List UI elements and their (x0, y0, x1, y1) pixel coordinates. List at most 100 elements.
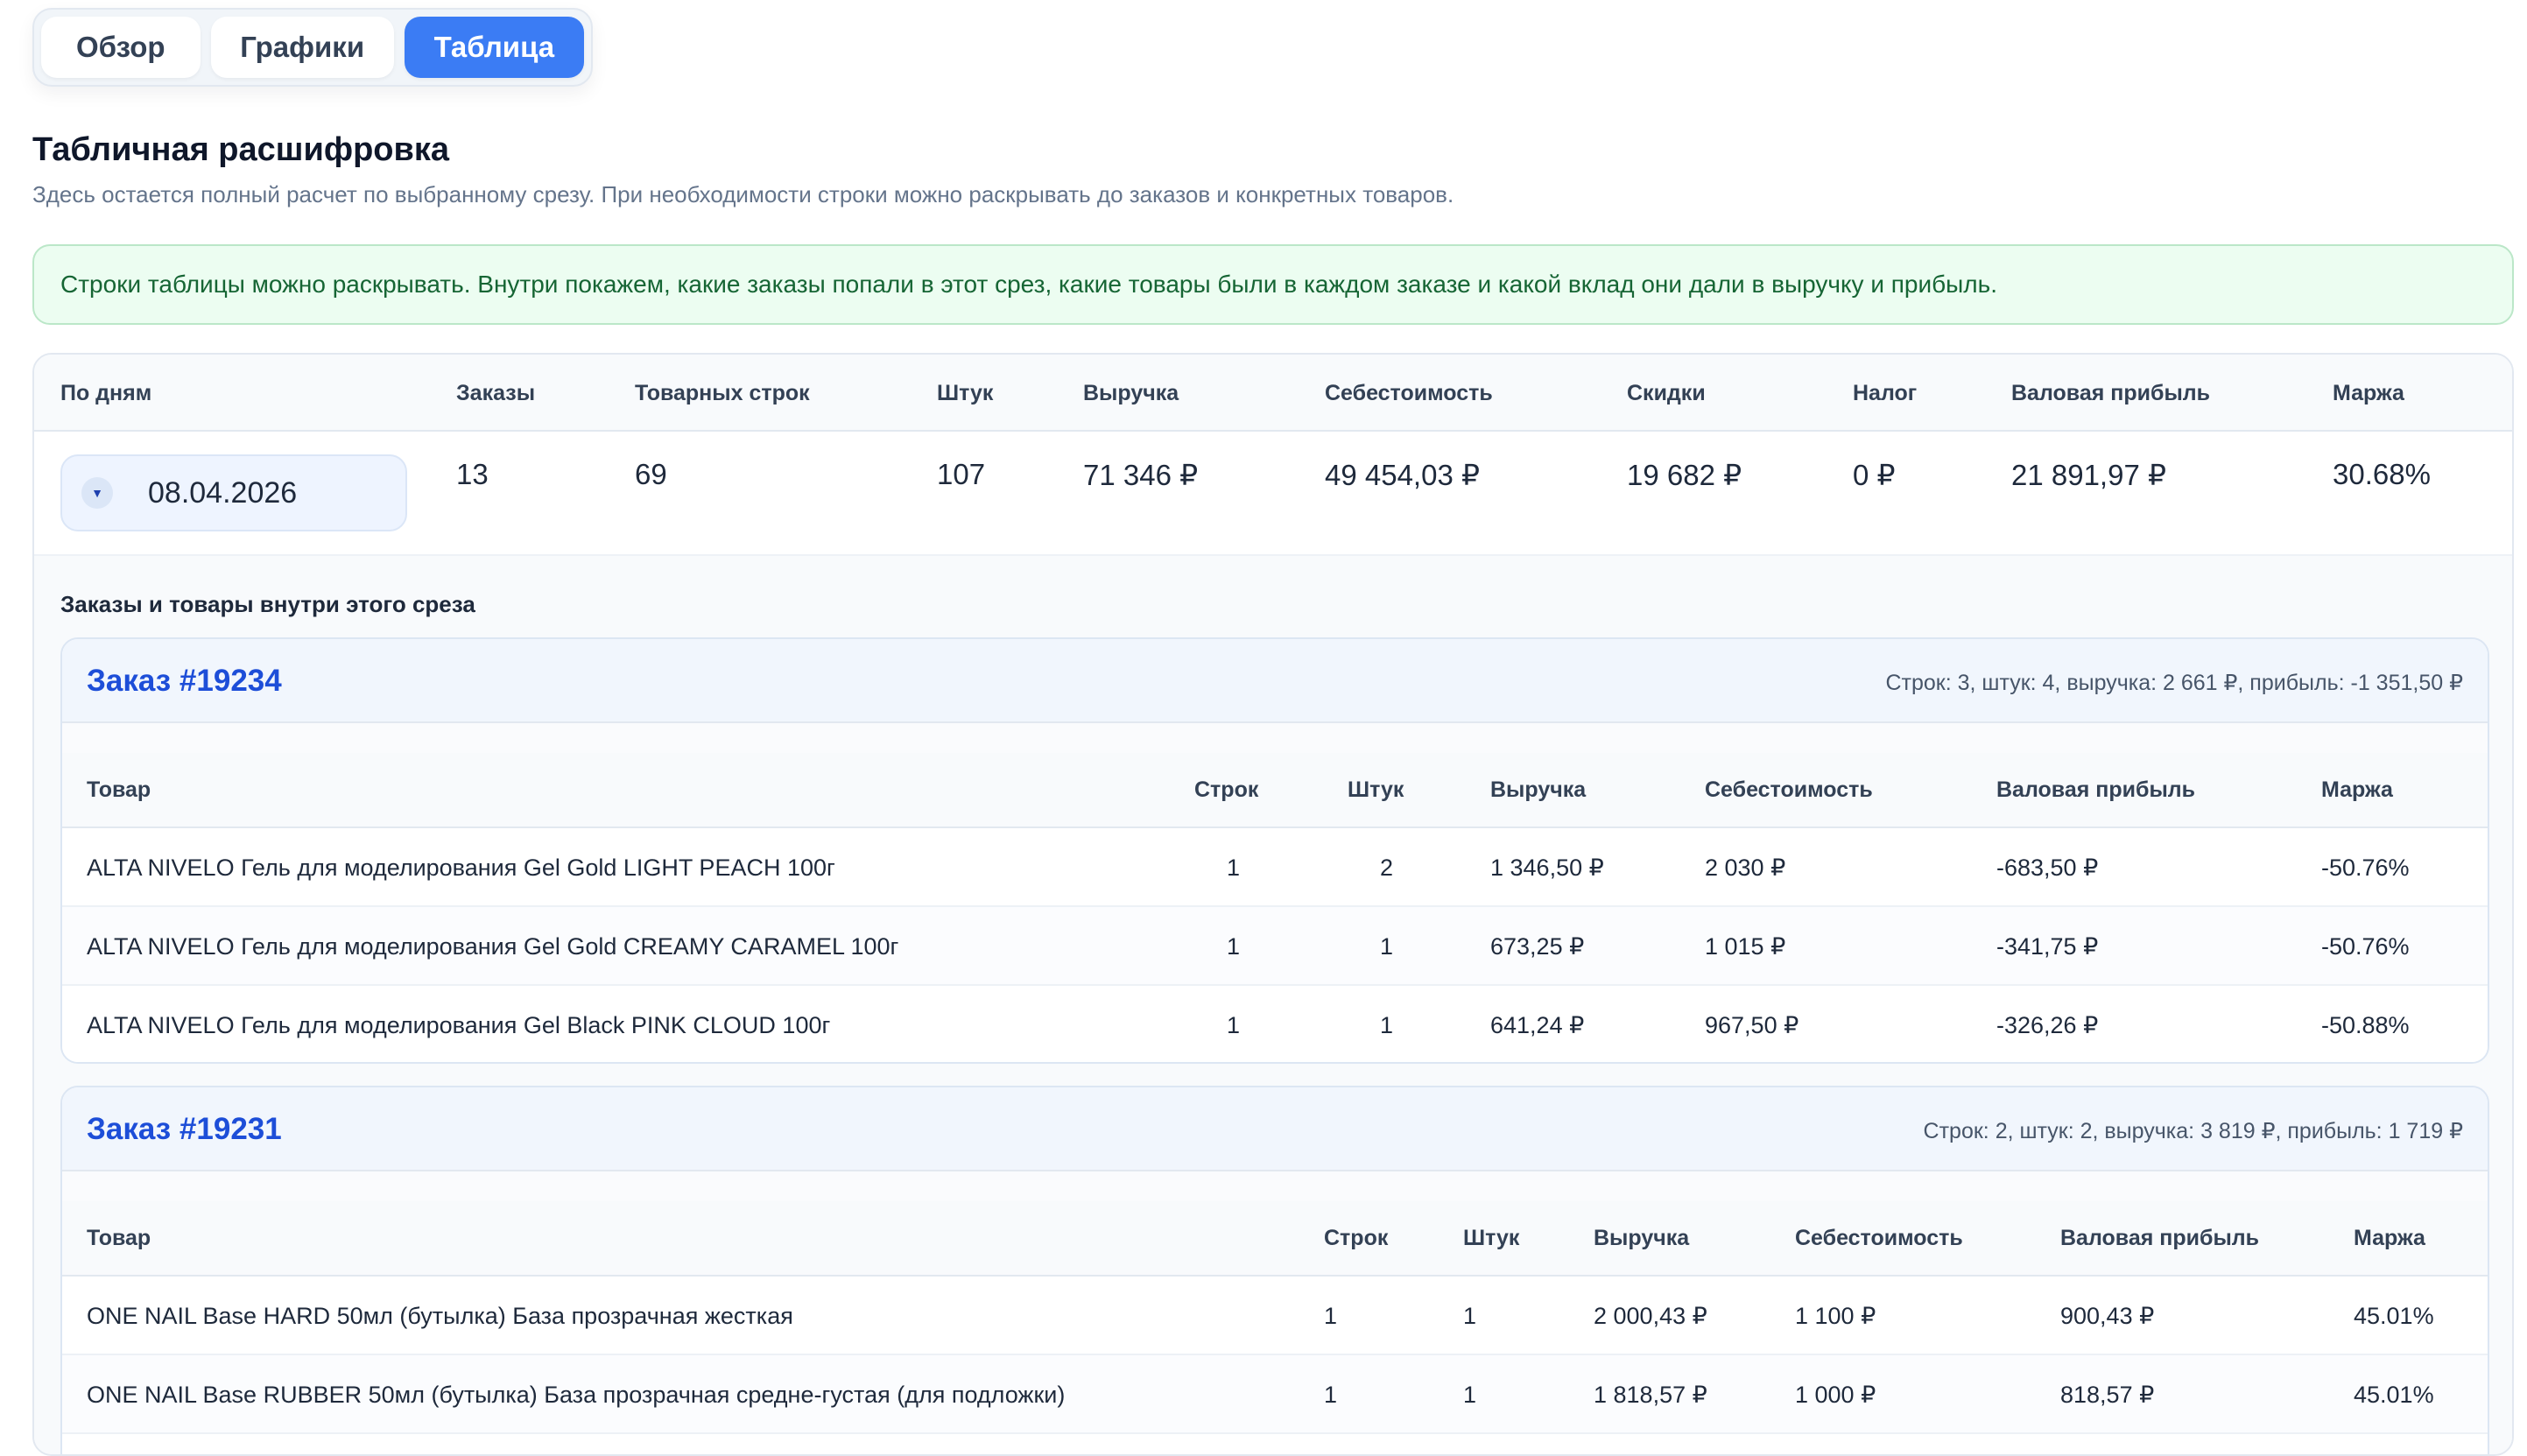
item-revenue: 2 000,43 ₽ (1594, 1303, 1707, 1329)
col-header-cost: Себестоимость (1795, 1226, 1963, 1250)
col-header-margin: Маржа (2321, 777, 2393, 802)
col-header-revenue: Выручка (1490, 777, 1587, 802)
order-header: Заказ #19231 Строк: 2, штук: 2, выручка:… (62, 1087, 2488, 1171)
item-profit: -326,26 ₽ (1996, 1012, 2099, 1038)
table-row: ALTA NIVELO Гель для моделирования Gel G… (62, 907, 2488, 986)
col-header-gross-profit[interactable]: Валовая прибыль (2011, 381, 2210, 406)
item-units: 2 (1380, 855, 1394, 881)
item-lines: 1 (1227, 1012, 1241, 1038)
item-cost: 1 015 ₽ (1705, 933, 1786, 960)
col-header-discounts[interactable]: Скидки (1627, 381, 1706, 406)
col-header-product: Товар (87, 777, 151, 802)
expansion-title: Заказы и товары внутри этого среза (60, 591, 475, 617)
item-name: ALTA NIVELO Гель для моделирования Gel G… (87, 855, 835, 881)
table-row: ONE NAIL Base RUBBER 50мл (бутылка) База… (62, 1355, 2488, 1434)
row-date: 08.04.2026 (148, 475, 298, 510)
item-cost: 1 100 ₽ (1795, 1303, 1876, 1329)
row-units: 107 (937, 458, 986, 490)
item-cost: 967,50 ₽ (1705, 1012, 1799, 1038)
row-margin: 30.68% (2333, 458, 2431, 490)
order-summary: Строк: 2, штук: 2, выручка: 3 819 ₽, при… (1923, 1119, 2463, 1143)
col-header-gross-profit: Валовая прибыль (2060, 1226, 2260, 1250)
tab-charts[interactable]: Графики (210, 17, 394, 78)
section-subtitle: Здесь остается полный расчет по выбранно… (32, 181, 1454, 207)
item-revenue: 641,24 ₽ (1490, 1012, 1585, 1038)
item-units: 1 (1380, 1012, 1394, 1038)
item-profit: 900,43 ₽ (2060, 1303, 2155, 1329)
table-header: По дням Заказы Товарных строк Штук Выруч… (34, 355, 2512, 432)
col-header-lines: Строк (1324, 1226, 1389, 1250)
item-revenue: 1 818,57 ₽ (1594, 1382, 1707, 1408)
row-lines: 69 (635, 458, 667, 490)
order-spacer (62, 1171, 2488, 1201)
tab-table[interactable]: Таблица (404, 17, 584, 78)
row-cost: 49 454,03 ₽ (1325, 459, 1480, 491)
col-header-lines[interactable]: Товарных строк (635, 381, 810, 406)
table-row: ONE NAIL Base HARD 50мл (бутылка) База п… (62, 1277, 2488, 1355)
item-name: ONE NAIL Base HARD 50мл (бутылка) База п… (87, 1303, 793, 1329)
view-tabs: Обзор Графики Таблица (32, 8, 593, 87)
item-name: ALTA NIVELO Гель для моделирования Gel G… (87, 933, 899, 960)
col-header-cost: Себестоимость (1705, 777, 1873, 802)
item-margin: -50.88% (2321, 1012, 2410, 1038)
col-header-product: Товар (87, 1226, 151, 1250)
order-card: Заказ #19234 Строк: 3, штук: 4, выручка:… (60, 637, 2489, 1064)
items-table-header: Товар Строк Штук Выручка Себестоимость В… (62, 753, 2488, 828)
expand-row-button[interactable]: ▼ 08.04.2026 (60, 454, 407, 531)
item-profit: 818,57 ₽ (2060, 1382, 2155, 1408)
info-notice: Строки таблицы можно раскрывать. Внутри … (32, 244, 2514, 325)
chevron-down-icon: ▼ (81, 477, 113, 509)
item-units: 1 (1380, 933, 1394, 960)
col-header-margin: Маржа (2354, 1226, 2425, 1250)
table-row: ▼ 08.04.2026 13 69 107 71 346 ₽ 49 454,0… (34, 432, 2512, 554)
order-header: Заказ #19234 Строк: 3, штук: 4, выручка:… (62, 639, 2488, 723)
row-tax: 0 ₽ (1853, 459, 1896, 491)
item-cost: 1 000 ₽ (1795, 1382, 1876, 1408)
item-revenue: 673,25 ₽ (1490, 933, 1585, 960)
tab-overview[interactable]: Обзор (41, 17, 201, 78)
item-profit: -683,50 ₽ (1996, 855, 2099, 881)
item-lines: 1 (1324, 1303, 1338, 1329)
col-header-revenue[interactable]: Выручка (1083, 381, 1179, 406)
item-name: ONE NAIL Base RUBBER 50мл (бутылка) База… (87, 1382, 1066, 1408)
item-lines: 1 (1227, 855, 1241, 881)
item-lines: 1 (1324, 1382, 1338, 1408)
order-card: Заказ #19231 Строк: 2, штук: 2, выручка:… (60, 1086, 2489, 1454)
col-header-margin[interactable]: Маржа (2333, 381, 2404, 406)
col-header-cost[interactable]: Себестоимость (1325, 381, 1493, 406)
item-profit: -341,75 ₽ (1996, 933, 2099, 960)
item-cost: 2 030 ₽ (1705, 855, 1786, 881)
item-name: ALTA NIVELO Гель для моделирования Gel B… (87, 1012, 831, 1038)
table-row: ALTA NIVELO Гель для моделирования Gel G… (62, 828, 2488, 907)
row-expansion: Заказы и товары внутри этого среза Заказ… (34, 554, 2512, 1454)
item-margin: -50.76% (2321, 855, 2410, 881)
col-header-units[interactable]: Штук (937, 381, 993, 406)
row-gross-profit: 21 891,97 ₽ (2011, 459, 2166, 491)
items-table-header: Товар Строк Штук Выручка Себестоимость В… (62, 1201, 2488, 1277)
col-header-revenue: Выручка (1594, 1226, 1690, 1250)
order-summary: Строк: 3, штук: 4, выручка: 2 661 ₽, при… (1885, 671, 2463, 695)
item-margin: 45.01% (2354, 1382, 2434, 1408)
col-header-units: Штук (1463, 1226, 1520, 1250)
item-revenue: 1 346,50 ₽ (1490, 855, 1604, 881)
item-margin: -50.76% (2321, 933, 2410, 960)
row-discounts: 19 682 ₽ (1627, 459, 1742, 491)
item-lines: 1 (1227, 933, 1241, 960)
item-units: 1 (1463, 1303, 1477, 1329)
table-row: ALTA NIVELO Гель для моделирования Gel B… (62, 986, 2488, 1062)
col-header-tax[interactable]: Налог (1853, 381, 1917, 406)
section-title: Табличная расшифровка (32, 131, 450, 168)
item-units: 1 (1463, 1382, 1477, 1408)
order-title-link[interactable]: Заказ #19234 (87, 664, 282, 699)
col-header-gross-profit: Валовая прибыль (1996, 777, 2196, 802)
order-spacer (62, 723, 2488, 753)
col-header-lines: Строк (1194, 777, 1259, 802)
order-title-link[interactable]: Заказ #19231 (87, 1112, 282, 1147)
col-header-orders[interactable]: Заказы (456, 381, 535, 406)
row-revenue: 71 346 ₽ (1083, 459, 1199, 491)
daily-table: По дням Заказы Товарных строк Штук Выруч… (32, 353, 2514, 1456)
item-margin: 45.01% (2354, 1303, 2434, 1329)
col-header-units: Штук (1348, 777, 1404, 802)
col-header-day[interactable]: По дням (60, 381, 151, 406)
row-orders: 13 (456, 458, 489, 490)
